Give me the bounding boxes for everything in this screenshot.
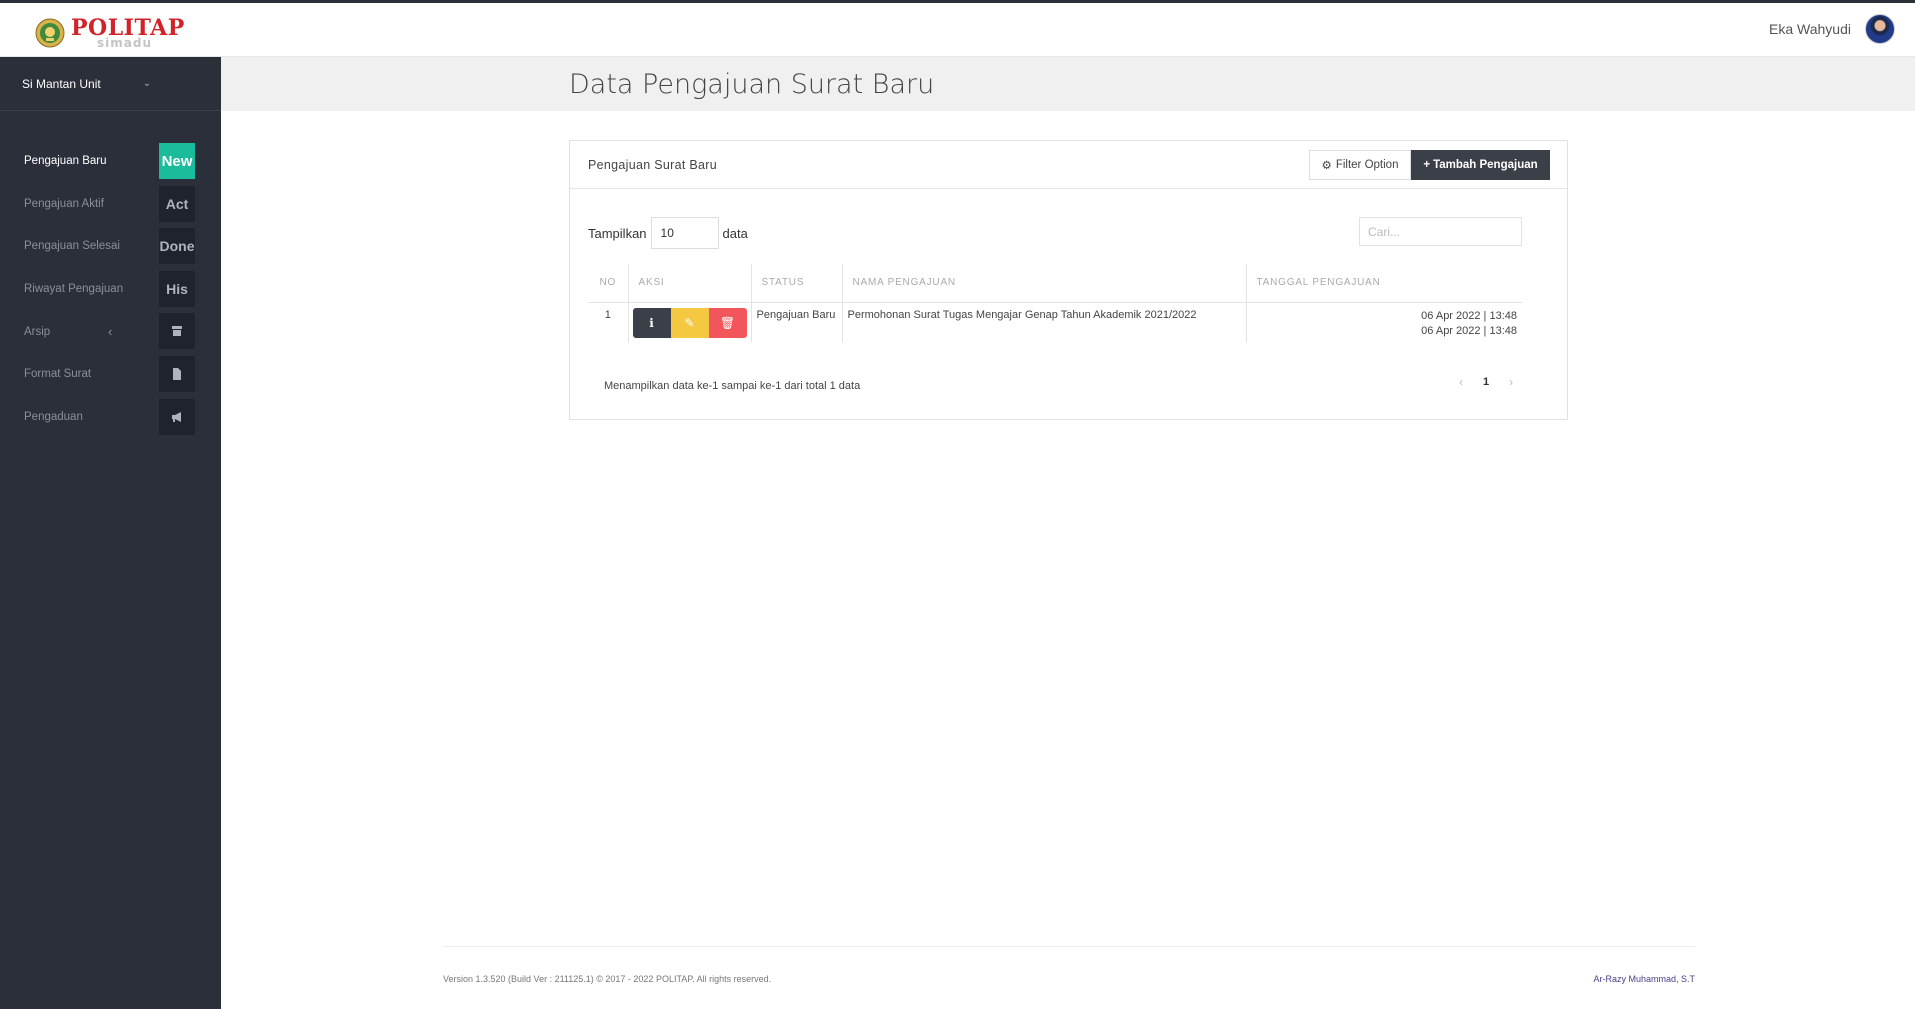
table-info: Menampilkan data ke-1 sampai ke-1 dari t… xyxy=(604,380,861,392)
filter-option-button[interactable]: ⚙ Filter Option xyxy=(1309,150,1411,180)
sidebar-item-pengajuan-aktif[interactable]: Pengajuan Aktif Act xyxy=(0,183,221,226)
length-suffix: data xyxy=(722,225,748,241)
unit-label: Si Mantan Unit xyxy=(22,76,101,91)
column-header-no[interactable]: NO xyxy=(588,264,628,303)
cell-no: 1 xyxy=(604,308,611,321)
page-length-input[interactable]: 10 xyxy=(650,217,719,249)
filter-option-label: Filter Option xyxy=(1335,159,1399,171)
sidebar-menu: Pengajuan Baru New Pengajuan Aktif Act P… xyxy=(0,140,221,438)
sidebar-item-label: Pengajuan Selesai xyxy=(24,240,120,253)
sidebar: Si Mantan Unit ⌄ Pengajuan Baru New Peng… xyxy=(0,57,221,1009)
submission-panel: Pengajuan Surat Baru ⚙ Filter Option + T… xyxy=(569,140,1568,420)
panel-title: Pengajuan Surat Baru xyxy=(588,158,718,172)
submission-table: NO AKSI STATUS NAMA PENGAJUAN TANGGAL PE… xyxy=(588,264,1522,342)
page-number-current[interactable]: 1 xyxy=(1483,376,1489,388)
next-page-button[interactable]: › xyxy=(1509,375,1513,389)
pagination: ‹ 1 › xyxy=(1459,375,1513,389)
user-menu[interactable]: Eka Wahyudi xyxy=(1769,14,1895,44)
date-line-1: 06 Apr 2022 | 13:48 xyxy=(1421,309,1517,322)
badge-done: Done xyxy=(159,228,195,265)
badge-act: Act xyxy=(159,185,195,222)
table-row: 1 ℹ ✎ 🗑 Pengajuan Baru Permohonan Surat … xyxy=(588,302,1522,342)
footer-author[interactable]: Ar-Razy Muhammad, S.T xyxy=(1593,974,1695,984)
action-buttons: ℹ ✎ 🗑 xyxy=(632,307,747,338)
panel-header: Pengajuan Surat Baru ⚙ Filter Option + T… xyxy=(570,141,1567,189)
sidebar-item-format-surat[interactable]: Format Surat xyxy=(0,353,221,396)
cell-nama: Permohonan Surat Tugas Mengajar Genap Ta… xyxy=(841,302,1246,342)
page-header: Data Pengajuan Surat Baru xyxy=(221,57,1915,111)
avatar[interactable] xyxy=(1865,14,1895,44)
gear-icon: ⚙ xyxy=(1321,160,1332,172)
page-length-control: Tampilkan 10 data xyxy=(588,217,748,249)
footer-version: Version 1.3.520 (Build Ver : 211125.1) ©… xyxy=(443,974,772,984)
chevron-left-icon: ‹ xyxy=(108,324,113,340)
cell-aksi: ℹ ✎ 🗑 xyxy=(627,302,751,342)
badge-his: His xyxy=(159,270,195,307)
sidebar-item-label: Arsip xyxy=(24,325,51,338)
column-header-aksi[interactable]: AKSI xyxy=(627,264,751,303)
user-name[interactable]: Eka Wahyudi xyxy=(1769,21,1851,37)
logo-text: POLITAP simadu xyxy=(71,13,184,53)
logo[interactable]: POLITAP simadu xyxy=(35,13,184,53)
sidebar-item-riwayat-pengajuan[interactable]: Riwayat Pengajuan His xyxy=(0,268,221,311)
cell-tanggal: 06 Apr 2022 | 13:48 06 Apr 2022 | 13:48 xyxy=(1245,302,1522,342)
prev-page-button[interactable]: ‹ xyxy=(1459,375,1463,389)
sidebar-item-label: Riwayat Pengajuan xyxy=(24,283,124,296)
edit-button[interactable]: ✎ xyxy=(670,307,709,338)
pencil-icon: ✎ xyxy=(684,315,695,330)
plus-icon: + xyxy=(1423,159,1431,171)
add-submission-label: Tambah Pengajuan xyxy=(1433,159,1538,171)
emblem-icon xyxy=(35,18,65,48)
length-prefix: Tampilkan xyxy=(588,225,647,241)
chevron-down-icon: ⌄ xyxy=(142,78,152,89)
info-icon: ℹ xyxy=(649,315,654,330)
top-bar: POLITAP simadu Eka Wahyudi xyxy=(0,3,1915,57)
sidebar-item-pengajuan-selesai[interactable]: Pengajuan Selesai Done xyxy=(0,225,221,268)
cell-status: Pengajuan Baru xyxy=(750,302,842,342)
sidebar-item-arsip[interactable]: Arsip ‹ xyxy=(0,310,221,353)
page-title: Data Pengajuan Surat Baru xyxy=(569,69,935,100)
info-button[interactable]: ℹ xyxy=(632,307,671,338)
add-submission-button[interactable]: + Tambah Pengajuan xyxy=(1411,150,1550,180)
brand-sub: simadu xyxy=(97,36,152,50)
delete-button[interactable]: 🗑 xyxy=(708,307,747,338)
sidebar-item-pengajuan-baru[interactable]: Pengajuan Baru New xyxy=(0,140,221,183)
bullhorn-icon xyxy=(159,398,195,435)
archive-icon xyxy=(159,313,195,350)
column-header-tanggal[interactable]: TANGGAL PENGAJUAN xyxy=(1245,264,1522,303)
column-header-nama[interactable]: NAMA PENGAJUAN xyxy=(841,264,1246,303)
sidebar-item-pengaduan[interactable]: Pengaduan xyxy=(0,396,221,439)
sidebar-item-label: Pengajuan Baru xyxy=(24,155,107,168)
trash-icon: 🗑 xyxy=(719,315,736,330)
sidebar-item-label: Format Surat xyxy=(24,368,92,381)
badge-new: New xyxy=(159,143,195,179)
column-header-status[interactable]: STATUS xyxy=(750,264,842,303)
search-input[interactable]: Cari... xyxy=(1359,217,1522,246)
date-line-2: 06 Apr 2022 | 13:48 xyxy=(1421,324,1517,337)
sidebar-item-label: Pengajuan Aktif xyxy=(24,197,104,210)
sidebar-item-label: Pengaduan xyxy=(24,410,83,423)
unit-selector[interactable]: Si Mantan Unit ⌄ xyxy=(0,57,221,111)
table-header-row: NO AKSI STATUS NAMA PENGAJUAN TANGGAL PE… xyxy=(588,264,1522,303)
footer: Version 1.3.520 (Build Ver : 211125.1) ©… xyxy=(443,946,1695,984)
file-icon xyxy=(159,355,195,392)
